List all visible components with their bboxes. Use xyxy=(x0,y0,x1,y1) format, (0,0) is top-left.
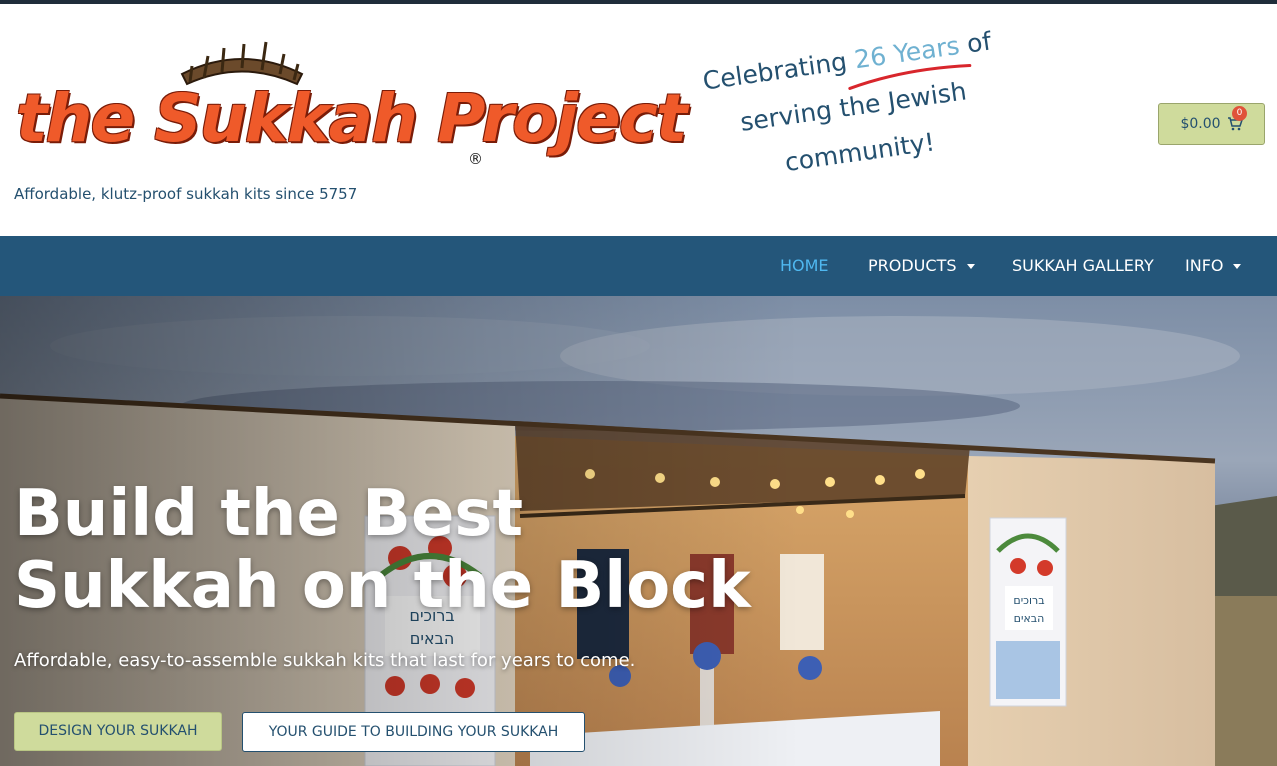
cart-count-badge: 0 xyxy=(1232,106,1247,121)
nav-item-info[interactable]: INFO xyxy=(1185,236,1242,296)
chevron-down-icon xyxy=(966,264,975,269)
hero-title: Build the Best Sukkah on the Block xyxy=(14,477,751,623)
nav-gallery-label: SUKKAH GALLERY xyxy=(1012,256,1154,275)
hero-subtitle: Affordable, easy-to-assemble sukkah kits… xyxy=(14,650,636,671)
nav-products-label: PRODUCTS xyxy=(868,256,957,275)
registered-mark: ® xyxy=(468,150,483,168)
anniversary-of: of xyxy=(965,26,994,59)
site-logo[interactable]: the Sukkah Project ® xyxy=(12,34,687,179)
chevron-down-icon xyxy=(1233,264,1242,269)
design-your-sukkah-button[interactable]: DESIGN YOUR SUKKAH xyxy=(14,712,222,751)
nav-item-sukkah-gallery[interactable]: SUKKAH GALLERY xyxy=(1012,236,1154,296)
cart-button[interactable]: $0.00 xyxy=(1158,103,1265,145)
nav-item-home[interactable]: HOME xyxy=(780,236,829,296)
site-tagline: Affordable, klutz-proof sukkah kits sinc… xyxy=(14,185,358,203)
right-banner-text-2: הבאים xyxy=(1014,612,1045,625)
anniversary-badge: Celebrating 26 Years of serving the Jewi… xyxy=(690,17,1019,219)
logo-wordmark: the Sukkah Project xyxy=(16,80,687,157)
building-guide-button[interactable]: YOUR GUIDE TO BUILDING YOUR SUKKAH xyxy=(242,712,585,752)
nav-info-label: INFO xyxy=(1185,256,1224,275)
nav-home-label: HOME xyxy=(780,256,829,275)
main-navigation: HOME PRODUCTS SUKKAH GALLERY INFO xyxy=(0,236,1277,296)
right-banner-text-1: ברוכים xyxy=(1013,594,1044,607)
site-header: the Sukkah Project ® Affordable, klutz-p… xyxy=(0,4,1277,236)
nav-item-products[interactable]: PRODUCTS xyxy=(868,236,975,296)
cart-total: $0.00 xyxy=(1180,116,1221,132)
